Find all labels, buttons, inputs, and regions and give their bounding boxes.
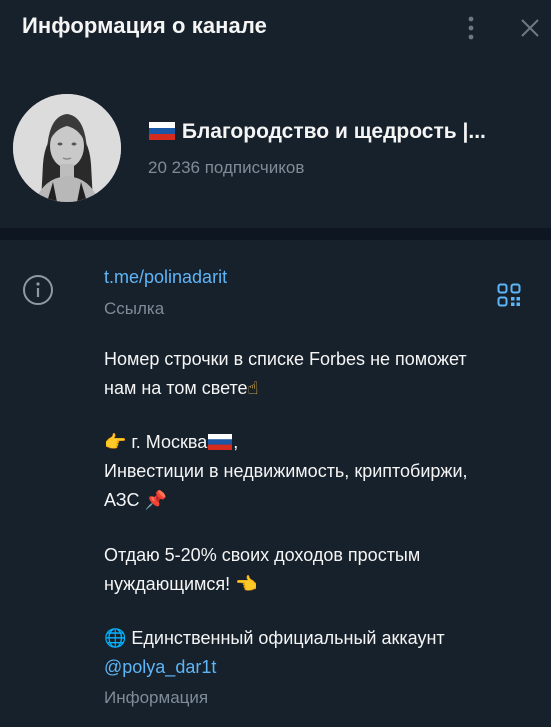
hand-pointing-left-icon: 👈 <box>235 574 258 595</box>
channel-avatar[interactable] <box>13 94 121 202</box>
description-text: АЗС <box>104 490 145 510</box>
subscriber-count: 20 236 подписчиков <box>148 158 305 177</box>
channel-name: Благородство и щедрость |... <box>148 120 543 144</box>
hand-pointing-right-icon: 👉 <box>104 432 127 453</box>
globe-icon: 🌐 <box>104 628 127 649</box>
link-label: Ссылка <box>104 299 165 318</box>
qr-code-button[interactable] <box>492 278 526 312</box>
qr-code-icon <box>497 283 521 307</box>
close-icon <box>521 19 539 37</box>
russia-flag-icon <box>208 434 233 450</box>
channel-profile: Благородство и щедрость |... 20 236 подп… <box>0 56 551 228</box>
russia-flag-icon <box>149 122 175 140</box>
description-label: Информация <box>104 688 209 707</box>
vertical-dots-icon <box>468 16 474 40</box>
description-text: Инвестиции в недвижимость, криптобиржи, <box>104 461 468 481</box>
pushpin-icon: 📌 <box>144 490 167 511</box>
description-paragraph-4: 🌐 Единственный официальный аккаунт @poly… <box>104 624 534 682</box>
info-section: t.me/polinadarit Ссылка Номер строчки в … <box>0 240 551 727</box>
section-divider <box>0 228 551 240</box>
dialog-title: Информация о канале <box>22 13 268 38</box>
more-options-button[interactable] <box>451 8 491 48</box>
description-text: , <box>233 432 239 452</box>
close-button[interactable] <box>510 8 550 48</box>
channel-link[interactable]: t.me/polinadarit <box>104 267 227 288</box>
description-text: Отдаю 5-20% своих доходов простым <box>104 545 421 565</box>
hand-pointing-up-icon: ☝ <box>247 378 259 399</box>
description-text: Номер строчки в списке Forbes не поможет <box>104 349 467 369</box>
description-text: Единственный официальный аккаунт <box>126 628 445 648</box>
channel-name-text: Благородство и щедрость |... <box>181 120 486 143</box>
description-paragraph-2: 👉 г. Москва , Инвестиции в недвижимость,… <box>104 428 534 515</box>
dialog-header: Информация о канале <box>0 0 551 56</box>
info-icon <box>23 275 53 305</box>
description-text: г. Москва <box>126 432 208 452</box>
description-paragraph-1: Номер строчки в списке Forbes не поможет… <box>104 345 534 403</box>
description-paragraph-3: Отдаю 5-20% своих доходов простым нуждаю… <box>104 541 534 599</box>
description-text: нуждающимся! <box>104 574 236 594</box>
account-mention-link[interactable]: @polya_dar1t <box>104 657 216 677</box>
description-text: нам на том свете <box>104 378 248 398</box>
